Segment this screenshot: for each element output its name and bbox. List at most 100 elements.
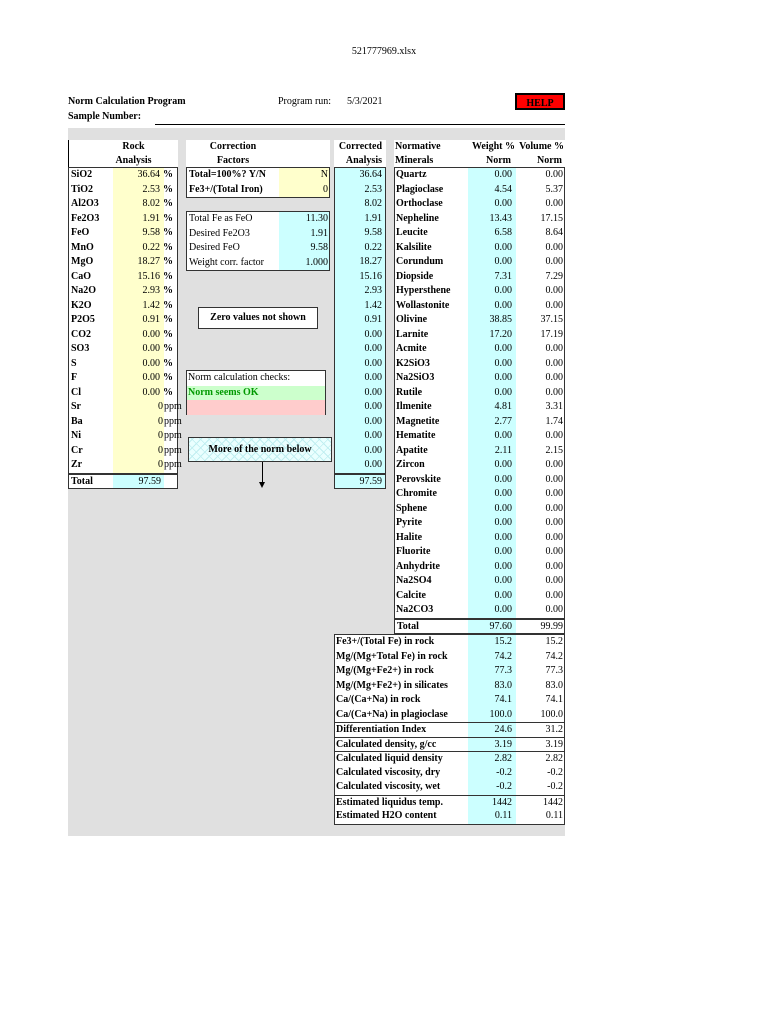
rock-row-sr[interactable]: Sr 0 ppm: [69, 400, 182, 415]
mineral-weight: 0.00: [494, 372, 513, 383]
corrected-value: 36.64: [359, 169, 383, 180]
rock-row-na2o[interactable]: Na2O 2.93%: [69, 284, 177, 299]
mineral-row-hypersthene: Hypersthene 0.00 0.00: [395, 284, 564, 299]
rock-row-ba[interactable]: Ba 0 ppm: [69, 415, 182, 430]
oxide-unit: ppm: [164, 444, 182, 456]
mineral-row-k2sio3: K2SiO3 0.00 0.00: [395, 357, 564, 372]
help-button[interactable]: HELP: [515, 93, 565, 110]
rock-row-al2o3[interactable]: Al2O3 8.02%: [69, 197, 177, 212]
statistic-row: Calculated viscosity, dry -0.2 -0.2: [335, 766, 564, 781]
mineral-name: Leucite: [396, 227, 428, 238]
oxide-unit: ppm: [164, 430, 182, 441]
oxide-label: Sr: [71, 401, 81, 412]
statistic-weight: 83.0: [494, 679, 513, 691]
rock-row-f[interactable]: F 0.00%: [69, 371, 177, 386]
correction-input-value[interactable]: 0: [279, 183, 328, 198]
corrected-value: 0.00: [364, 386, 383, 398]
mineral-name: Perovskite: [396, 473, 441, 485]
corrected-value: 0.00: [364, 444, 383, 456]
rock-row-co2[interactable]: CO2 0.00%: [69, 328, 177, 343]
statistic-weight: 15.2: [494, 636, 513, 647]
rock-row-cao[interactable]: CaO 15.16%: [69, 270, 177, 285]
rock-row-so3[interactable]: SO3 0.00%: [69, 342, 177, 357]
statistic-label: Estimated liquidus temp.: [336, 796, 443, 808]
rock-row-mno[interactable]: MnO 0.22%: [69, 241, 177, 256]
statistic-volume: 0.11: [545, 810, 563, 821]
statistic-row: Calculated liquid density 2.82 2.82: [335, 751, 564, 766]
rock-row-s[interactable]: S 0.00%: [69, 357, 177, 372]
correction-header-2: Factors: [216, 155, 250, 166]
mineral-weight: 2.11: [494, 444, 512, 456]
mineral-weight: 0.00: [494, 459, 513, 470]
mineral-name: Anhydrite: [396, 560, 440, 572]
mineral-weight: 0.00: [494, 502, 513, 514]
mineral-volume: 0.00: [545, 285, 564, 296]
oxide-label: Fe2O3: [71, 212, 100, 224]
rock-row-zr[interactable]: Zr 0 ppm: [69, 458, 182, 473]
statistic-volume: 1442: [543, 796, 563, 808]
mineral-weight: 0.00: [494, 430, 513, 441]
statistic-volume: -0.2: [547, 781, 563, 792]
statistic-weight: 74.1: [494, 694, 513, 705]
oxide-value: 0.00: [142, 357, 161, 369]
rock-row-cr[interactable]: Cr 0 ppm: [69, 444, 182, 459]
rock-row-mgo[interactable]: MgO 18.27%: [69, 255, 177, 270]
norm-header-2: Minerals: [395, 155, 434, 166]
statistic-row: Mg/(Mg+Fe2+) in silicates 83.0 83.0: [335, 679, 564, 694]
mineral-weight: 0.00: [494, 473, 513, 485]
corrected-header: Corrected Analysis: [334, 140, 386, 167]
mineral-name: Hypersthene: [396, 285, 451, 296]
rock-header: Rock Analysis: [68, 140, 178, 167]
oxide-value: 0: [158, 415, 163, 427]
mineral-volume: 0.00: [545, 198, 564, 209]
weight-header-2: Norm: [486, 155, 511, 166]
oxide-value: 0.00: [142, 386, 161, 398]
norm-total-row: Total 97.60 99.99: [394, 619, 565, 634]
mineral-row-fluorite: Fluorite 0.00 0.00: [395, 545, 564, 560]
rock-analysis-table: SiO2 36.64% TiO2 2.53% Al2O3 8.02% Fe2O3 1.91% F…: [68, 167, 182, 474]
rock-row-ni[interactable]: Ni 0 ppm: [69, 429, 182, 444]
corrected-value: 0.00: [364, 430, 383, 441]
mineral-row-olivine: Olivine 38.85 37.15: [395, 313, 564, 328]
mineral-weight: 4.54: [494, 183, 513, 195]
statistic-weight: -0.2: [496, 781, 512, 792]
rock-row-fe2o3[interactable]: Fe2O3 1.91%: [69, 212, 177, 227]
rock-row-feo[interactable]: FeO 9.58%: [69, 226, 177, 241]
norm-total-weight: 97.60: [489, 621, 513, 632]
mineral-weight: 17.20: [489, 328, 513, 340]
correction-calcs: Total Fe as FeO 11.30 Desired Fe2O3 1.91 Des…: [186, 211, 330, 271]
mineral-name: Ilmenite: [396, 401, 432, 412]
correction-calc-row: Desired FeO 9.58: [187, 241, 329, 256]
mineral-volume: 1.74: [545, 415, 564, 427]
sample-number-label: Sample Number:: [68, 111, 142, 122]
mineral-row-acmite: Acmite 0.00 0.00: [395, 342, 564, 357]
rock-row-p2o5[interactable]: P2O5 0.91%: [69, 313, 177, 328]
rock-row-k2o[interactable]: K2O 1.42%: [69, 299, 177, 314]
mineral-row-na2so4: Na2SO4 0.00 0.00: [395, 574, 564, 589]
corrected-value: 0.91: [364, 314, 383, 325]
oxide-unit: %: [163, 169, 173, 180]
oxide-unit: %: [163, 227, 173, 238]
rock-row-sio2[interactable]: SiO2 36.64%: [69, 168, 177, 183]
mineral-name: Acmite: [396, 343, 427, 354]
zero-values-note: Zero values not shown: [198, 307, 318, 329]
rock-row-cl[interactable]: Cl 0.00%: [69, 386, 177, 401]
sample-number-input[interactable]: [155, 124, 565, 125]
correction-calc-value: 9.58: [310, 242, 329, 253]
statistic-label: Mg/(Mg+Fe2+) in rock: [336, 665, 434, 676]
rock-row-tio2[interactable]: TiO2 2.53%: [69, 183, 177, 198]
mineral-volume: 0.00: [545, 546, 564, 557]
oxide-unit: %: [163, 285, 173, 296]
correction-calc-label: Desired Fe2O3: [189, 227, 250, 239]
norm-total-volume: 99.99: [540, 621, 564, 632]
mineral-name: Pyrite: [396, 517, 423, 528]
corrected-value: 0.00: [364, 343, 383, 354]
mineral-volume: 0.00: [545, 517, 564, 528]
statistic-row: Calculated density, g/cc 3.19 3.19: [335, 736, 564, 752]
correction-input-value[interactable]: N: [279, 168, 328, 183]
oxide-value: 2.93: [142, 285, 161, 296]
mineral-row-nepheline: Nepheline 13.43 17.15: [395, 212, 564, 227]
oxide-value: 0: [158, 459, 163, 470]
mineral-name: Hematite: [396, 430, 436, 441]
mineral-weight: 0.00: [494, 488, 513, 499]
